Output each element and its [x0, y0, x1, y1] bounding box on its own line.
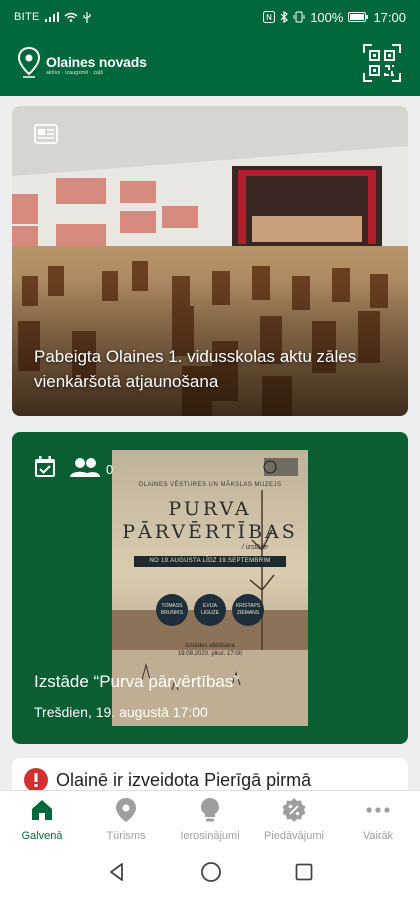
info-alert-icon — [24, 768, 48, 790]
poster-title-line1: PURVA — [168, 498, 252, 520]
nav-label: Vairāk — [362, 829, 394, 842]
lightbulb-icon — [201, 797, 219, 827]
poster-artist: EVIJA LIGUZE — [194, 594, 226, 626]
battery-icon — [348, 12, 369, 22]
app-logo[interactable]: Olaines novads aktīvs · izaugsmē · zaļš — [17, 46, 147, 84]
news-card[interactable]: Pabeigta Olaines 1. vidusskolas aktu zāl… — [12, 106, 408, 416]
svg-text:N: N — [266, 13, 272, 22]
poster-opening: Izstādes atklāšana 19.08.2020. plkst. 17… — [112, 642, 308, 658]
qr-scan-button[interactable] — [362, 43, 402, 87]
recents-icon[interactable] — [295, 863, 313, 886]
nav-item-home[interactable]: Galvenā — [0, 791, 84, 848]
poster-header: OLAINES VĒSTURES UN MĀKSLAS MUZEJS — [138, 482, 282, 488]
vibrate-icon — [293, 11, 305, 23]
nav-item-offers[interactable]: Piedāvājumi — [252, 791, 336, 848]
feed[interactable]: Pabeigta Olaines 1. vidusskolas aktu zāl… — [0, 96, 420, 790]
bluetooth-icon — [280, 11, 289, 23]
alert-title: Olainē ir izveidota Pierīgā pirmā — [56, 770, 312, 790]
logo-title: Olaines novads — [46, 54, 147, 70]
system-nav-bar — [0, 848, 420, 900]
poster-artists: TOMASS BRUNIKS EVIJA LIGUZE KRISTAPS ZIE… — [112, 594, 308, 626]
clock: 17:00 — [373, 9, 406, 25]
bottom-nav: Galvenā Tūrisms Ierosinājumi Piedāvājumi… — [0, 790, 420, 848]
calendar-check-icon — [34, 456, 56, 483]
event-date: Trešdien, 19. augustā 17:00 — [34, 704, 208, 720]
nav-label: Galvenā — [21, 829, 63, 842]
event-meta: 0 — [34, 456, 113, 483]
attendee-count: 0 — [106, 462, 114, 477]
status-bar: BITE N 100% 17:00 — [0, 0, 420, 34]
home-circle-icon[interactable] — [200, 861, 222, 888]
nav-item-suggestions[interactable]: Ierosinājumi — [168, 791, 252, 848]
poster-title: PURVA PĀRVĒRTĪBAS — [112, 498, 308, 544]
signal-icon — [44, 12, 59, 22]
poster-artist: KRISTAPS ZIEMANS — [232, 594, 264, 626]
news-title: Pabeigta Olaines 1. vidusskolas aktu zāl… — [34, 347, 357, 391]
poster-opening-line2: 19.08.2020. plkst. 17:00 — [177, 651, 243, 657]
people-icon — [70, 457, 100, 482]
poster-subtitle: / izstāde — [241, 544, 268, 551]
back-icon[interactable] — [107, 862, 127, 887]
qr-scan-icon — [363, 43, 401, 87]
nav-label: Ierosinājumi — [180, 829, 240, 842]
home-icon — [30, 798, 54, 827]
poster-artist: TOMASS BRUNIKS — [156, 594, 188, 626]
alert-card[interactable]: Olainē ir izveidota Pierīgā pirmā — [12, 758, 408, 790]
more-dots-icon — [366, 798, 390, 827]
location-leaf-icon — [17, 46, 41, 84]
nav-label: Tūrisms — [106, 829, 146, 842]
carrier-label: BITE — [14, 11, 40, 23]
battery-percent: 100% — [310, 9, 344, 25]
poster-title-line2: PĀRVĒRTĪBAS — [122, 521, 298, 543]
nav-item-more[interactable]: Vairāk — [336, 791, 420, 848]
wifi-icon — [64, 12, 78, 22]
nav-label: Piedāvājumi — [264, 829, 324, 842]
location-pin-icon — [116, 797, 136, 827]
app-bar: Olaines novads aktīvs · izaugsmē · zaļš — [0, 34, 420, 96]
nfc-icon: N — [263, 11, 276, 23]
event-card[interactable]: OLAINES VĒSTURES UN MĀKSLAS MUZEJS PURVA… — [12, 432, 408, 744]
poster-opening-line1: Izstādes atklāšana — [185, 643, 235, 649]
discount-icon — [282, 797, 306, 827]
poster-dates: NO 19.AUGUSTA LĪDZ 19.SEPTEMBRIM — [134, 556, 286, 567]
nav-item-tourism[interactable]: Tūrisms — [84, 791, 168, 848]
usb-icon — [83, 11, 91, 23]
newspaper-icon — [34, 124, 58, 149]
event-title: Izstāde “Purva pārvērtības” — [34, 672, 240, 691]
logo-subtitle: aktīvs · izaugsmē · zaļš — [46, 70, 104, 76]
